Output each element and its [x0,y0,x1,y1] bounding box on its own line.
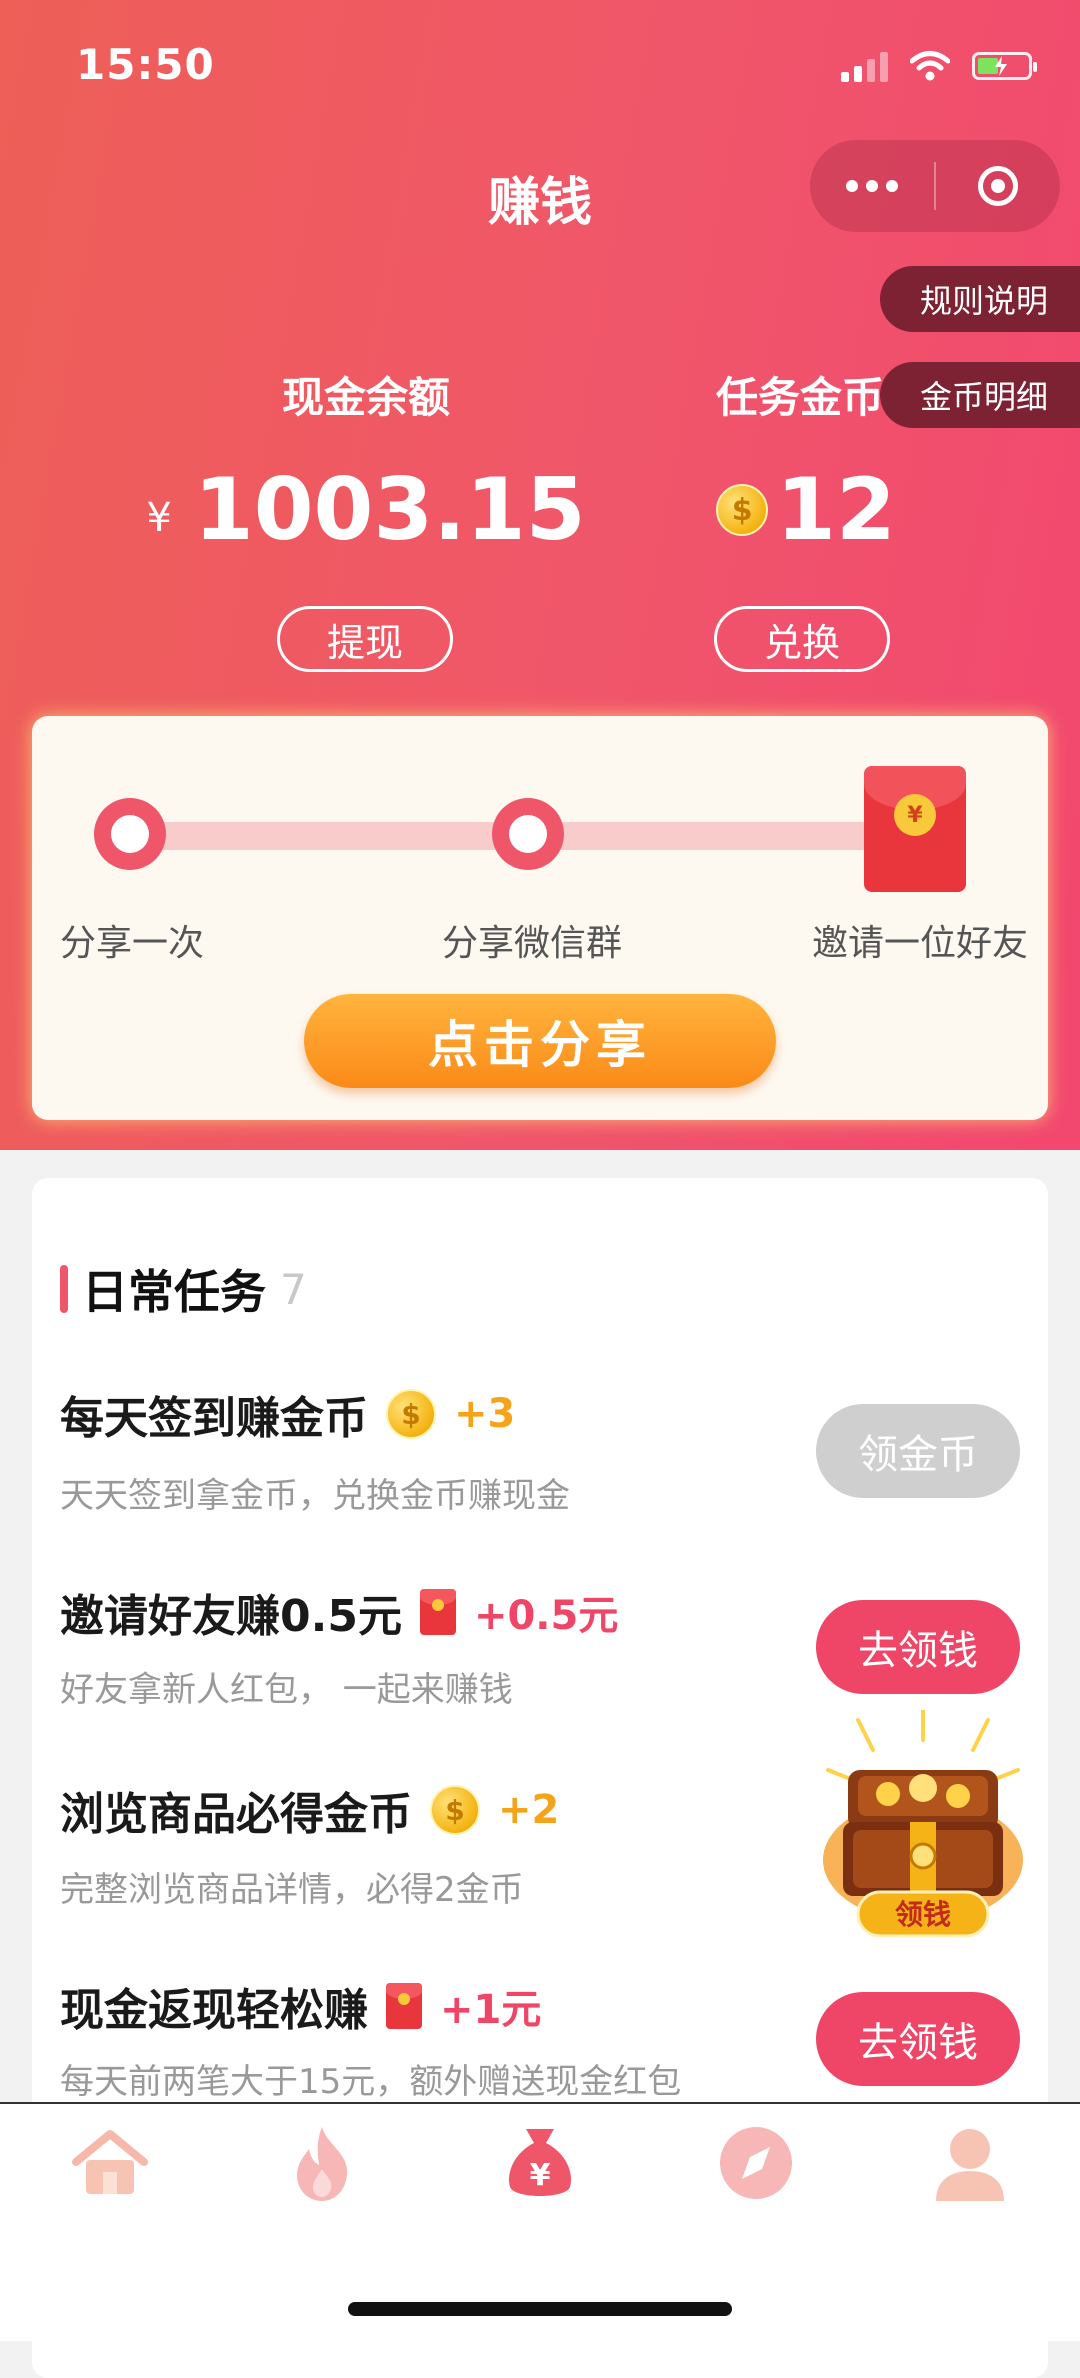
coins-amount: 12 [776,460,896,560]
task-coins-label: 任务金币 [715,373,884,422]
section-title: 日常任务 [82,1265,266,1319]
money-bag-icon: ¥ [509,2129,571,2196]
treasure-chest-button[interactable]: 领钱 [818,1710,1028,1960]
nav-profile[interactable] [910,2118,1030,2208]
task-desc-cashback: 每天前两笔大于15元，额外赠送现金红包 [60,2062,682,2102]
task-count: 7 [280,1264,307,1314]
status-time: 15:50 [76,40,215,89]
svg-text:¥: ¥ [530,2158,551,2193]
withdraw-button[interactable]: 提现 [277,606,453,672]
nav-home[interactable] [50,2118,170,2208]
exchange-button[interactable]: 兑换 [714,606,890,672]
compass-icon [720,2127,792,2199]
currency-symbol: ¥ [146,495,172,541]
claim-coins-button[interactable]: 领金币 [816,1404,1020,1498]
status-icons [841,46,1037,86]
flame-icon [297,2127,348,2201]
coin-icon: $ [716,484,769,536]
task-desc-browse: 完整浏览商品详情，必得2金币 [60,1870,524,1910]
profile-icon [936,2129,1004,2201]
cashback-claim-button[interactable]: 去领钱 [816,1992,1020,2086]
share-button[interactable]: 点击分享 [304,994,776,1088]
task-title-invite: 邀请好友赚0.5元 +0.5元 [60,1580,618,1644]
daily-tasks-header: 日常任务 7 [60,1256,307,1322]
battery-icon [972,52,1037,80]
rules-button[interactable]: 规则说明 [880,266,1080,332]
red-packet-icon [386,1983,422,2029]
red-packet-icon [419,1589,456,1635]
nav-hot[interactable] [262,2118,382,2208]
nav-earn[interactable]: ¥ [480,2118,600,2208]
coin-icon: $ [430,1785,480,1835]
task-reward: +0.5元 [473,1593,619,1639]
invite-claim-button[interactable]: 去领钱 [816,1600,1020,1694]
task-desc-checkin: 天天签到拿金币，兑换金币赚现金 [60,1476,570,1516]
cash-balance-value: ¥ 1003.15 [146,460,585,560]
wifi-icon [910,51,950,81]
task-reward: +2 [498,1787,560,1833]
task-title-cashback: 现金返现轻松赚 +1元 [60,1974,541,2038]
miniprogram-capsule [810,140,1060,232]
step-label-2: 分享微信群 [442,923,623,964]
step-label-3: 邀请一位好友 [812,923,1029,964]
home-indicator [348,2302,732,2316]
step-label-1: 分享一次 [60,923,205,964]
step-node-2 [492,798,564,870]
task-desc-invite: 好友拿新人红包， 一起来赚钱 [60,1670,513,1710]
task-reward: +3 [454,1391,516,1437]
step-node-1 [94,798,166,870]
task-coins-value: $ 12 [596,460,1016,560]
home-icon [72,2130,148,2194]
cash-amount: 1003.15 [193,460,586,560]
task-title-checkin: 每天签到赚金币 $ +3 [60,1389,516,1444]
cash-balance-label: 现金余额 [281,373,450,422]
more-button[interactable] [810,140,934,232]
more-dots-icon [846,180,898,192]
red-packet-icon: ¥ [864,766,966,892]
task-reward: +1元 [440,1987,542,2033]
chest-label: 领钱 [895,1898,951,1931]
signal-icon [841,50,888,82]
task-title-browse: 浏览商品必得金币 $ +2 [60,1785,560,1840]
coin-icon: $ [386,1389,436,1439]
close-miniprogram-button[interactable] [936,140,1060,232]
target-icon [978,166,1018,206]
nav-discover[interactable] [696,2118,816,2208]
